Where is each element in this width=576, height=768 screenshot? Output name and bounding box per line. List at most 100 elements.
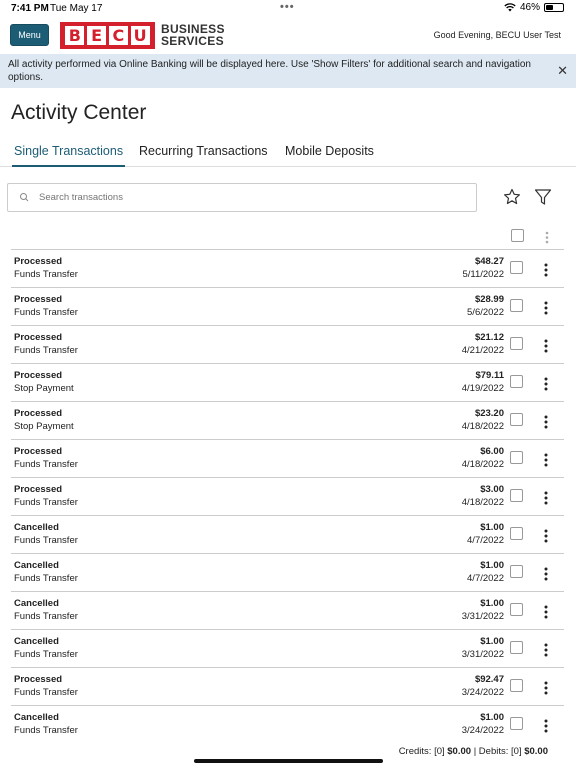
- transaction-date: 4/7/2022: [467, 535, 504, 546]
- transaction-amount: $1.00: [480, 636, 504, 647]
- table-row[interactable]: Cancelled Funds Transfer $1.00 3/24/2022: [11, 706, 564, 735]
- table-row[interactable]: Processed Funds Transfer $92.47 3/24/2022: [11, 668, 564, 706]
- page-title: Activity Center: [11, 101, 147, 124]
- transaction-date: 4/18/2022: [461, 497, 504, 508]
- transaction-type: Funds Transfer: [14, 649, 78, 660]
- transaction-date: 5/11/2022: [462, 269, 504, 280]
- more-vertical-icon[interactable]: [539, 414, 553, 430]
- star-icon[interactable]: [503, 188, 521, 206]
- status-indicators: 46%: [504, 2, 564, 13]
- transaction-status: Processed: [14, 256, 63, 267]
- table-row[interactable]: Cancelled Funds Transfer $1.00 3/31/2022: [11, 630, 564, 668]
- tab-mobile-deposits[interactable]: Mobile Deposits: [285, 144, 374, 167]
- tab-recurring-transactions[interactable]: Recurring Transactions: [139, 144, 268, 167]
- filter-icon[interactable]: [534, 188, 552, 206]
- table-row[interactable]: Processed Stop Payment $23.20 4/18/2022: [11, 402, 564, 440]
- row-checkbox[interactable]: [510, 641, 523, 654]
- row-checkbox[interactable]: [510, 451, 523, 464]
- more-vertical-icon[interactable]: [539, 680, 553, 696]
- table-row[interactable]: Processed Stop Payment $79.11 4/19/2022: [11, 364, 564, 402]
- transaction-type: Funds Transfer: [14, 345, 78, 356]
- transaction-status: Processed: [14, 408, 63, 419]
- logo-letter: C: [108, 25, 128, 45]
- table-row[interactable]: Cancelled Funds Transfer $1.00 4/7/2022: [11, 554, 564, 592]
- row-checkbox[interactable]: [510, 717, 523, 730]
- multitasking-dots-icon[interactable]: •••: [280, 1, 295, 13]
- row-checkbox[interactable]: [510, 375, 523, 388]
- select-all-checkbox[interactable]: [511, 229, 524, 242]
- credits-count: [0]: [434, 746, 445, 757]
- logo-letter: U: [130, 25, 150, 45]
- transaction-date: 5/6/2022: [467, 307, 504, 318]
- transaction-type: Funds Transfer: [14, 611, 78, 622]
- transaction-status: Cancelled: [14, 560, 59, 571]
- transaction-amount: $1.00: [480, 712, 504, 723]
- transaction-type: Funds Transfer: [14, 307, 78, 318]
- becu-logo[interactable]: B E C U BUSINESS SERVICES: [60, 21, 225, 49]
- logo-letter: E: [87, 25, 107, 45]
- more-vertical-icon[interactable]: [539, 642, 553, 658]
- transaction-status: Processed: [14, 446, 63, 457]
- more-vertical-icon[interactable]: [540, 229, 554, 245]
- tab-single-transactions[interactable]: Single Transactions: [12, 144, 126, 167]
- user-greeting: Good Evening, BECU User Test: [433, 30, 561, 40]
- app-header: Menu B E C U BUSINESS SERVICES Good Even…: [0, 16, 576, 54]
- transaction-status: Processed: [14, 674, 63, 685]
- row-checkbox[interactable]: [510, 527, 523, 540]
- table-row[interactable]: Cancelled Funds Transfer $1.00 4/7/2022: [11, 516, 564, 554]
- transaction-amount: $92.47: [474, 674, 504, 685]
- info-banner: All activity performed via Online Bankin…: [0, 54, 576, 88]
- more-vertical-icon[interactable]: [539, 376, 553, 392]
- table-row[interactable]: Cancelled Funds Transfer $1.00 3/31/2022: [11, 592, 564, 630]
- row-checkbox[interactable]: [510, 261, 523, 274]
- row-checkbox[interactable]: [510, 679, 523, 692]
- more-vertical-icon[interactable]: [539, 338, 553, 354]
- search-box[interactable]: [7, 183, 477, 212]
- search-input[interactable]: [39, 192, 459, 203]
- more-vertical-icon[interactable]: [539, 528, 553, 544]
- more-vertical-icon[interactable]: [539, 566, 553, 582]
- status-date: Tue May 17: [50, 3, 103, 14]
- list-header: [11, 226, 564, 250]
- table-row[interactable]: Processed Funds Transfer $21.12 4/21/2022: [11, 326, 564, 364]
- transaction-status: Processed: [14, 370, 63, 381]
- more-vertical-icon[interactable]: [539, 490, 553, 506]
- debits-amount: $0.00: [524, 746, 548, 757]
- transaction-status: Cancelled: [14, 712, 59, 723]
- transaction-date: 4/18/2022: [461, 459, 504, 470]
- table-row[interactable]: Processed Funds Transfer $6.00 4/18/2022: [11, 440, 564, 478]
- close-icon[interactable]: ✕: [557, 64, 568, 77]
- table-row[interactable]: Processed Funds Transfer $28.99 5/6/2022: [11, 288, 564, 326]
- table-row[interactable]: Processed Funds Transfer $48.27 5/11/2022: [11, 250, 564, 288]
- more-vertical-icon[interactable]: [539, 262, 553, 278]
- banner-message: All activity performed via Online Bankin…: [8, 59, 531, 83]
- transaction-amount: $28.99: [474, 294, 504, 305]
- transaction-status: Cancelled: [14, 598, 59, 609]
- more-vertical-icon[interactable]: [539, 452, 553, 468]
- transaction-date: 4/18/2022: [461, 421, 504, 432]
- transaction-amount: $3.00: [480, 484, 504, 495]
- transaction-type: Funds Transfer: [14, 459, 78, 470]
- row-checkbox[interactable]: [510, 413, 523, 426]
- table-row[interactable]: Processed Funds Transfer $3.00 4/18/2022: [11, 478, 564, 516]
- transaction-status: Cancelled: [14, 522, 59, 533]
- transaction-date: 3/24/2022: [461, 687, 504, 698]
- more-vertical-icon[interactable]: [539, 718, 553, 734]
- more-vertical-icon[interactable]: [539, 604, 553, 620]
- tab-bar: Single Transactions Recurring Transactio…: [0, 140, 576, 167]
- row-checkbox[interactable]: [510, 603, 523, 616]
- transaction-amount: $79.11: [475, 370, 504, 381]
- row-checkbox[interactable]: [510, 489, 523, 502]
- menu-button[interactable]: Menu: [10, 24, 49, 46]
- home-indicator[interactable]: [194, 759, 383, 763]
- transaction-amount: $21.12: [474, 332, 504, 343]
- transaction-status: Processed: [14, 332, 63, 343]
- row-checkbox[interactable]: [510, 299, 523, 312]
- more-vertical-icon[interactable]: [539, 300, 553, 316]
- row-checkbox[interactable]: [510, 337, 523, 350]
- transaction-date: 3/24/2022: [461, 725, 504, 735]
- search-icon: [20, 192, 29, 201]
- row-checkbox[interactable]: [510, 565, 523, 578]
- transaction-amount: $23.20: [474, 408, 504, 419]
- debits-label: Debits:: [478, 746, 509, 757]
